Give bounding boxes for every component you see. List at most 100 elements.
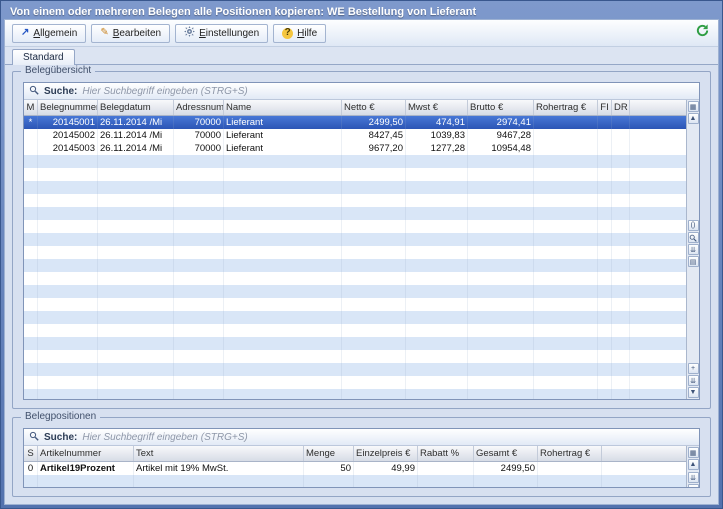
column-header[interactable]: Brutto € bbox=[468, 100, 534, 115]
table-row-empty[interactable] bbox=[24, 311, 686, 324]
column-header[interactable]: Belegnummer bbox=[38, 100, 98, 115]
table-row-empty[interactable] bbox=[24, 475, 686, 487]
table-cell bbox=[24, 324, 38, 337]
column-header[interactable]: Mwst € bbox=[406, 100, 468, 115]
scroll-up-button[interactable]: ▲ bbox=[688, 459, 699, 470]
column-header[interactable]: Gesamt € bbox=[474, 446, 538, 461]
jump-end-button[interactable]: ⇊ bbox=[688, 472, 699, 483]
table-row-empty[interactable] bbox=[24, 350, 686, 363]
table-cell: 26.11.2014 /Mi bbox=[98, 116, 174, 129]
table-cell bbox=[468, 363, 534, 376]
table-row-empty[interactable] bbox=[24, 324, 686, 337]
table-row[interactable]: 0Artikel19ProzentArtikel mit 19% MwSt.50… bbox=[24, 462, 686, 475]
table-cell-filler bbox=[630, 181, 686, 194]
page-down-button[interactable]: ⇊ bbox=[688, 244, 699, 255]
table-cell bbox=[24, 376, 38, 389]
table-cell bbox=[406, 363, 468, 376]
table-cell bbox=[598, 207, 612, 220]
table-row-empty[interactable] bbox=[24, 246, 686, 259]
column-header[interactable]: Adressnumm bbox=[174, 100, 224, 115]
einstellungen-button[interactable]: Einstellungen bbox=[175, 24, 268, 43]
table-cell bbox=[24, 259, 38, 272]
table-cell bbox=[24, 155, 38, 168]
table-row-empty[interactable] bbox=[24, 337, 686, 350]
table-cell bbox=[598, 116, 612, 129]
table-row-empty[interactable] bbox=[24, 272, 686, 285]
overview-search-input[interactable]: Suche: Hier Suchbegriff eingeben (STRG+S… bbox=[24, 83, 699, 100]
table-row[interactable]: 2014500326.11.2014 /Mi70000Lieferant9677… bbox=[24, 142, 686, 155]
table-cell: 474,91 bbox=[406, 116, 468, 129]
column-header[interactable]: DR bbox=[612, 100, 630, 115]
table-cell bbox=[612, 337, 630, 350]
table-row-empty[interactable] bbox=[24, 207, 686, 220]
table-row-empty[interactable] bbox=[24, 389, 686, 399]
zoom-button[interactable] bbox=[688, 232, 699, 243]
table-cell bbox=[598, 233, 612, 246]
positions-search-input[interactable]: Suche: Hier Suchbegriff eingeben (STRG+S… bbox=[24, 429, 699, 446]
table-cell bbox=[24, 142, 38, 155]
bearbeiten-button[interactable]: ✎ Bearbeiten bbox=[91, 24, 170, 43]
group-button[interactable]: () bbox=[688, 220, 699, 231]
table-row-empty[interactable] bbox=[24, 298, 686, 311]
table-cell bbox=[224, 376, 342, 389]
allgemein-button[interactable]: ↗ Allgemein bbox=[12, 24, 86, 43]
table-cell bbox=[534, 194, 598, 207]
table-cell bbox=[612, 298, 630, 311]
refresh-button[interactable] bbox=[693, 24, 711, 42]
column-header[interactable]: S bbox=[24, 446, 38, 461]
table-cell bbox=[534, 259, 598, 272]
table-row-empty[interactable] bbox=[24, 233, 686, 246]
scroll-down-button[interactable]: ▼ bbox=[688, 387, 699, 398]
table-row[interactable]: *2014500126.11.2014 /Mi70000Lieferant249… bbox=[24, 116, 686, 129]
table-cell bbox=[304, 475, 354, 487]
hilfe-button[interactable]: ? Hilfe bbox=[273, 24, 326, 43]
table-cell bbox=[38, 376, 98, 389]
table-row-empty[interactable] bbox=[24, 259, 686, 272]
column-header[interactable]: Rohertrag € bbox=[534, 100, 598, 115]
table-row-empty[interactable] bbox=[24, 181, 686, 194]
column-header[interactable]: Netto € bbox=[342, 100, 406, 115]
column-header[interactable]: FI bbox=[598, 100, 612, 115]
column-header[interactable]: Belegdatum bbox=[98, 100, 174, 115]
scroll-down-button[interactable]: ▼ bbox=[688, 484, 699, 487]
table-cell bbox=[342, 194, 406, 207]
table-cell: 9467,28 bbox=[468, 129, 534, 142]
table-row-empty[interactable] bbox=[24, 220, 686, 233]
column-header[interactable]: M bbox=[24, 100, 38, 115]
table-cell bbox=[24, 475, 38, 487]
table-cell bbox=[612, 272, 630, 285]
scroll-up-button[interactable]: ▲ bbox=[688, 113, 699, 124]
add-row-button[interactable]: + bbox=[688, 363, 699, 374]
column-options-button[interactable]: ▦ bbox=[688, 447, 699, 458]
table-cell bbox=[598, 272, 612, 285]
table-cell bbox=[406, 259, 468, 272]
tab-standard[interactable]: Standard bbox=[12, 49, 75, 65]
column-header[interactable]: Rohertrag € bbox=[538, 446, 602, 461]
table-cell bbox=[468, 298, 534, 311]
table-row-empty[interactable] bbox=[24, 194, 686, 207]
table-row-empty[interactable] bbox=[24, 168, 686, 181]
table-row[interactable]: 2014500226.11.2014 /Mi70000Lieferant8427… bbox=[24, 129, 686, 142]
table-cell bbox=[406, 311, 468, 324]
table-row-empty[interactable] bbox=[24, 376, 686, 389]
column-header[interactable]: Menge bbox=[304, 446, 354, 461]
table-row-empty[interactable] bbox=[24, 285, 686, 298]
column-header[interactable]: Name bbox=[224, 100, 342, 115]
column-header[interactable]: Einzelpreis € bbox=[354, 446, 418, 461]
table-row-empty[interactable] bbox=[24, 155, 686, 168]
table-row-empty[interactable] bbox=[24, 363, 686, 376]
column-header[interactable]: Rabatt % bbox=[418, 446, 474, 461]
table-cell bbox=[98, 194, 174, 207]
column-header[interactable]: Text bbox=[134, 446, 304, 461]
table-cell bbox=[406, 168, 468, 181]
table-cell bbox=[224, 324, 342, 337]
table-cell bbox=[174, 220, 224, 233]
search-placeholder: Hier Suchbegriff eingeben (STRG+S) bbox=[82, 86, 247, 97]
table-cell bbox=[224, 207, 342, 220]
table-cell bbox=[534, 129, 598, 142]
column-options-button[interactable]: ▦ bbox=[688, 101, 699, 112]
jump-end-button[interactable]: ⇊ bbox=[688, 375, 699, 386]
column-header[interactable]: Artikelnummer bbox=[38, 446, 134, 461]
list-button[interactable]: ▤ bbox=[688, 256, 699, 267]
table-cell-filler bbox=[630, 363, 686, 376]
